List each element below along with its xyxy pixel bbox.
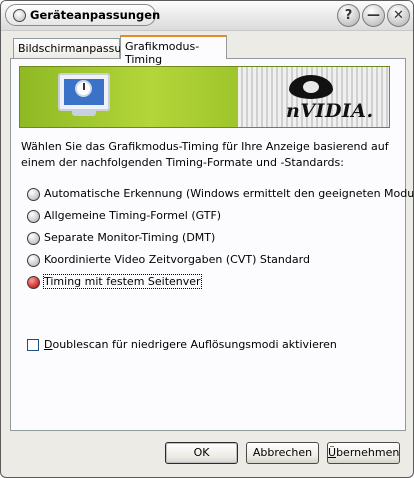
nvidia-eye-icon: [289, 75, 333, 99]
radio-button[interactable]: [27, 188, 40, 201]
apply-label-rest: bernehmen: [336, 446, 400, 459]
minimize-icon: —: [367, 8, 380, 23]
window-title: Geräteanpassungen: [30, 8, 161, 22]
apply-mnemonic: Ü: [328, 446, 337, 459]
help-icon: ?: [344, 8, 353, 23]
radio-label: Allgemeine Timing-Formel (GTF): [44, 209, 222, 222]
cancel-button[interactable]: Abbrechen: [246, 442, 319, 464]
window-menu-icon[interactable]: [13, 9, 26, 22]
banner-green-area: [20, 67, 238, 127]
radio-label: Timing mit festem Seitenver: [43, 274, 202, 289]
radio-button[interactable]: [27, 210, 40, 223]
radio-label: Separate Monitor-Timing (DMT): [44, 231, 216, 244]
description-text: Wählen Sie das Grafikmodus-Timing für Ih…: [21, 140, 389, 169]
header-banner: nVIDIA.: [19, 66, 390, 128]
ok-label: OK: [193, 446, 210, 459]
monitor-stopwatch-icon: [58, 73, 110, 117]
doublescan-label-rest: oublescan für niedrigere Auflösungsmodi …: [52, 338, 337, 351]
tab-bildschirmanpassung[interactable]: Bildschirmanpassung: [13, 38, 135, 58]
radio-label: Koordinierte Video Zeitvorgaben (CVT) St…: [44, 253, 310, 266]
close-icon: ✕: [393, 8, 404, 23]
radio-button[interactable]: [27, 232, 40, 245]
radio-label: Automatische Erkennung (Windows ermittel…: [44, 187, 414, 200]
tab-panel: nVIDIA. Wählen Sie das Grafikmodus-Timin…: [10, 58, 413, 431]
dialog-window: Geräteanpassungen ? — ✕ Bildschirmanpass…: [0, 0, 414, 478]
help-button[interactable]: ?: [337, 4, 360, 27]
radio-button-selected[interactable]: [27, 276, 40, 289]
title-bar: Geräteanpassungen ? — ✕: [1, 1, 413, 31]
nvidia-wordmark: nVIDIA.: [286, 100, 374, 122]
tab-grafikmodus-timing[interactable]: Grafikmodus-Timing: [120, 35, 227, 66]
doublescan-label: Doublescan für niedrigere Auflösungsmodi…: [44, 338, 337, 351]
minimize-button[interactable]: —: [362, 4, 385, 27]
doublescan-checkbox[interactable]: [27, 339, 39, 351]
ok-button[interactable]: OK: [165, 442, 238, 464]
tab-label: Bildschirmanpassung: [18, 42, 136, 55]
title-pill[interactable]: Geräteanpassungen: [5, 4, 160, 26]
apply-button[interactable]: Übernehmen: [327, 442, 400, 464]
close-button[interactable]: ✕: [387, 4, 410, 27]
nvidia-logo: nVIDIA.: [238, 67, 389, 127]
cancel-label: Abbrechen: [252, 446, 313, 459]
radio-button[interactable]: [27, 254, 40, 267]
